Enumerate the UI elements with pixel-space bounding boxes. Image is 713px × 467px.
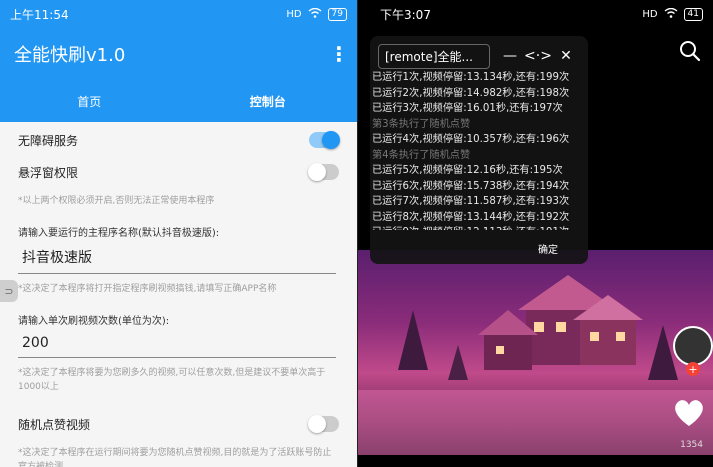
log-line: 已运行7次,视频停留:11.587秒,还有:193次 bbox=[372, 196, 570, 207]
accessibility-label: 无障碍服务 bbox=[18, 133, 79, 148]
app-name-note: *这决定了本程序将打开指定程序刷视频搞钱,请填写正确APP名称 bbox=[18, 284, 277, 294]
status-bar: 上午11:54 HD 79 bbox=[0, 0, 357, 28]
video-frame[interactable] bbox=[358, 250, 713, 455]
accessibility-toggle[interactable] bbox=[309, 131, 340, 149]
accessibility-row: 无障碍服务 bbox=[18, 124, 340, 156]
follow-plus-icon[interactable]: + bbox=[686, 362, 700, 376]
wifi-icon bbox=[308, 7, 322, 21]
status-time: 上午11:54 bbox=[10, 7, 69, 22]
right-phone-screen: 下午3:07 HD 41 + 1354 [remote]全能... — <·> … bbox=[358, 0, 713, 467]
app-name-label: 请输入要运行的主程序名称(默认抖音极速版): bbox=[18, 228, 220, 239]
overlay-permission-row: 悬浮窗权限 bbox=[18, 156, 339, 188]
random-like-note: *这决定了本程序在运行期间将要为您随机点赞视频,目的就是为了活跃账号防止官方被检… bbox=[18, 448, 332, 467]
like-count: 1354 bbox=[680, 440, 703, 450]
battery-icon: 79 bbox=[327, 7, 347, 21]
overlay-permission-label: 悬浮窗权限 bbox=[18, 165, 79, 180]
status-icons: HD 79 bbox=[286, 7, 347, 21]
tab-console[interactable]: 控制台 bbox=[179, 80, 358, 122]
log-line: 已运行5次,视频停留:12.16秒,还有:195次 bbox=[372, 165, 563, 176]
confirm-button[interactable]: 确定 bbox=[538, 241, 558, 256]
toggle-knob bbox=[322, 131, 340, 149]
random-like-toggle[interactable] bbox=[308, 415, 339, 433]
count-input[interactable]: 200 bbox=[18, 331, 336, 358]
log-line: 已运行2次,视频停留:14.982秒,还有:198次 bbox=[372, 87, 570, 99]
count-note: *这决定了本程序将要为您刷多久的视频,可以任意次数,但是建议不要单次高于1000… bbox=[18, 368, 326, 392]
log-output: 已运行1次,视频停留:13.134秒,还有:199次 已运行2次,视频停留:14.… bbox=[370, 70, 588, 230]
log-line: 已运行4次,视频停留:10.357秒,还有:196次 bbox=[372, 134, 570, 145]
signal-icon: HD bbox=[286, 8, 302, 20]
app-title: 全能快刷v1.0 bbox=[14, 45, 126, 66]
toggle-knob bbox=[308, 163, 326, 181]
christmas-village-image bbox=[358, 275, 713, 455]
tab-home[interactable]: 首页 bbox=[0, 80, 179, 122]
count-label: 请输入单次刷视频次数(单位为次): bbox=[18, 316, 170, 327]
log-line: 已运行3次,视频停留:16.01秒,还有:197次 bbox=[372, 103, 563, 114]
left-phone-screen: 上午11:54 HD 79 全能快刷v1.0 ⋮ 首页 控制台 无障碍服务 悬浮 bbox=[0, 0, 357, 467]
permissions-note: *以上两个权限必须开启,否则无法正常使用本程序 bbox=[18, 196, 215, 206]
status-bar: 下午3:07 HD 41 bbox=[358, 0, 713, 28]
random-like-label: 随机点赞视频 bbox=[18, 417, 91, 432]
search-icon[interactable] bbox=[679, 40, 701, 62]
signal-icon: HD bbox=[642, 8, 658, 20]
log-line: 已运行9次,视频停留:12.113秒,还有:191次 bbox=[372, 225, 588, 230]
log-line: 第3条执行了随机点赞 bbox=[372, 118, 471, 130]
random-like-row: 随机点赞视频 bbox=[18, 408, 339, 440]
wifi-icon bbox=[664, 7, 678, 21]
resize-icon[interactable]: <·> bbox=[524, 45, 552, 67]
log-line: 已运行6次,视频停留:15.738秒,还有:194次 bbox=[372, 180, 570, 192]
heart-icon[interactable] bbox=[673, 398, 705, 428]
log-line: 第4条执行了随机点赞 bbox=[372, 149, 471, 161]
status-icons: HD 41 bbox=[642, 7, 703, 21]
log-line: 已运行8次,视频停留:13.144秒,还有:192次 bbox=[372, 211, 570, 223]
overlay-permission-toggle[interactable] bbox=[308, 163, 339, 181]
kebab-menu-icon[interactable]: ⋮ bbox=[329, 44, 349, 64]
app-bar: 全能快刷v1.0 ⋮ bbox=[0, 28, 357, 80]
settings-panel: 无障碍服务 悬浮窗权限 *以上两个权限必须开启,否则无法正常使用本程序 请输入要… bbox=[0, 124, 357, 467]
author-avatar[interactable] bbox=[673, 326, 713, 366]
toggle-knob bbox=[308, 415, 326, 433]
app-name-input[interactable]: 抖音极速版 bbox=[18, 243, 336, 274]
floating-handle-icon[interactable]: ⊃ bbox=[0, 280, 18, 302]
battery-icon: 41 bbox=[683, 7, 703, 21]
log-line: 已运行1次,视频停留:13.134秒,还有:199次 bbox=[372, 72, 570, 83]
minimize-icon[interactable]: — bbox=[496, 45, 524, 67]
remote-log-window[interactable]: [remote]全能... — <·> ✕ 已运行1次,视频停留:13.134秒… bbox=[370, 36, 588, 264]
overlay-title: [remote]全能... bbox=[378, 43, 490, 69]
status-time: 下午3:07 bbox=[380, 7, 431, 22]
tab-bar: 首页 控制台 bbox=[0, 80, 357, 122]
close-icon[interactable]: ✕ bbox=[552, 45, 580, 67]
